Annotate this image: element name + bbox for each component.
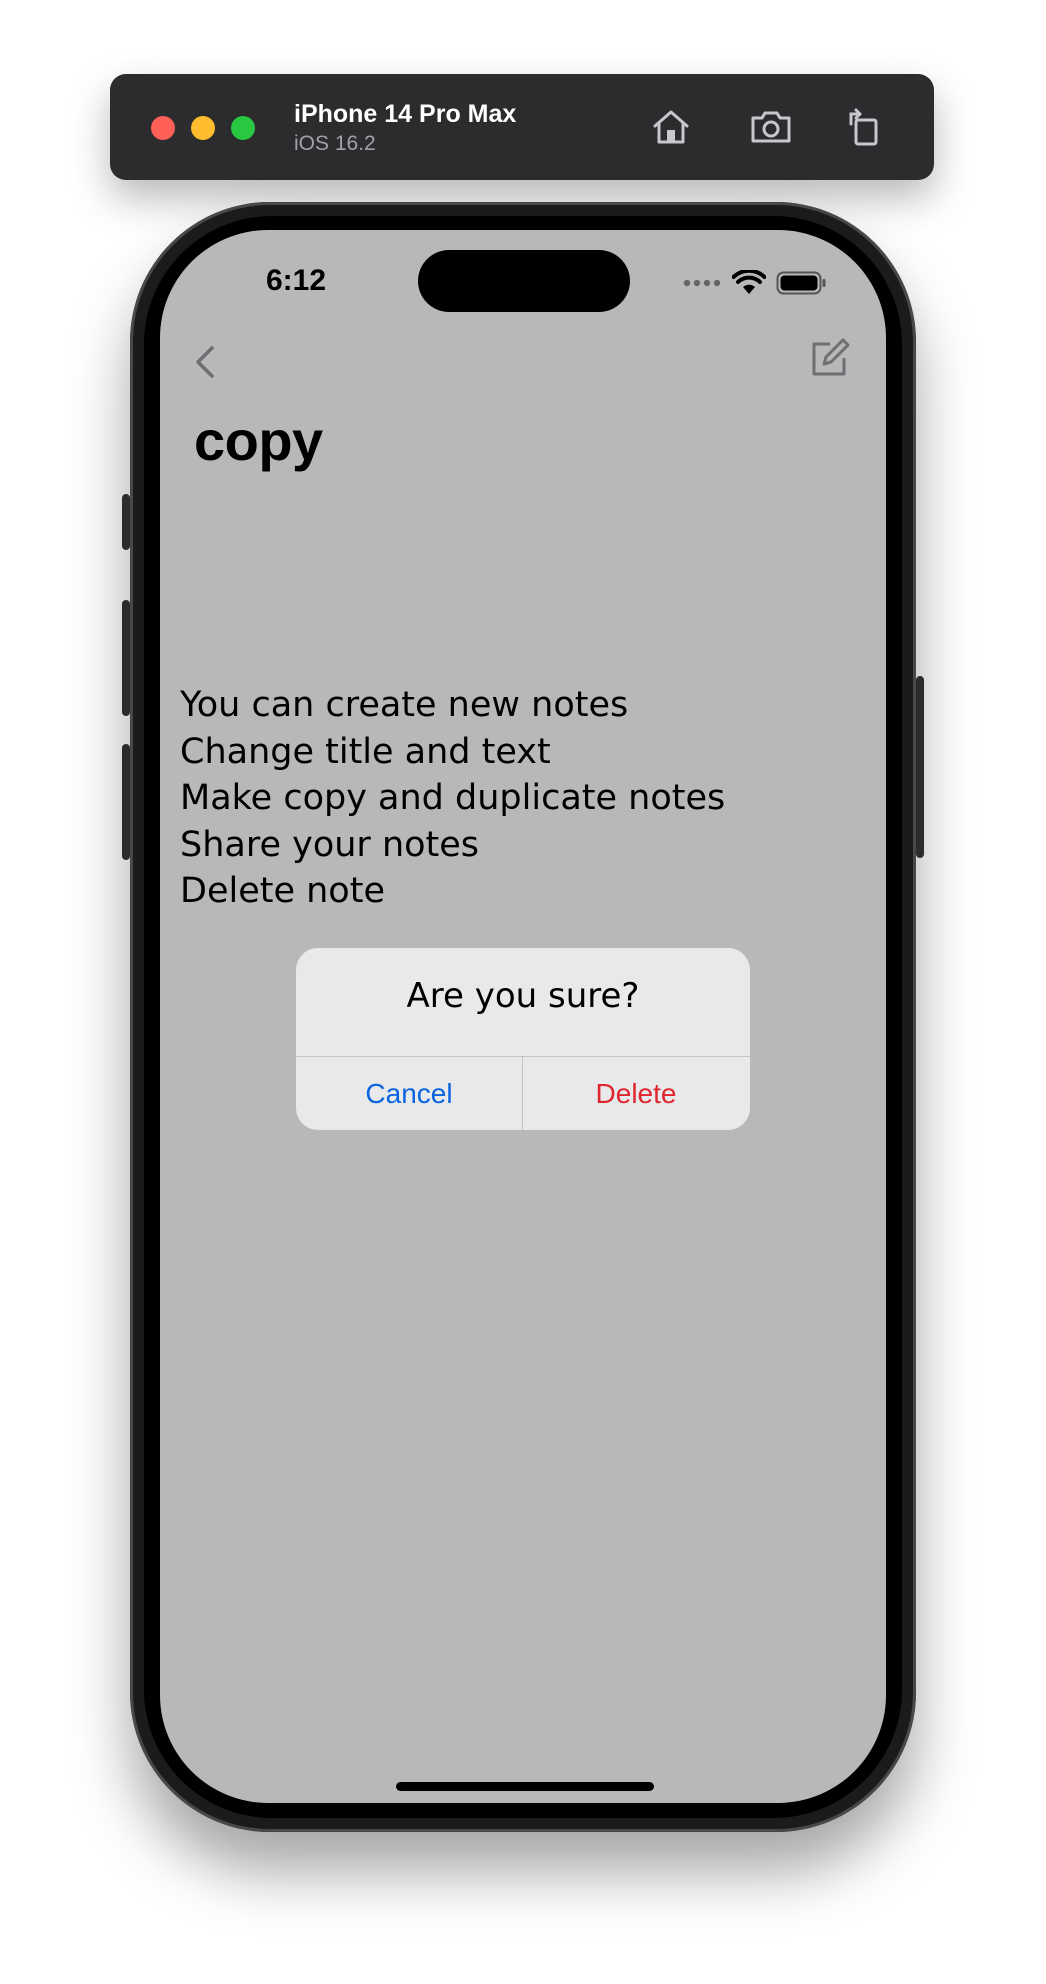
minimize-window-button[interactable] [191,116,215,140]
alert-title: Are you sure? [406,976,640,1016]
status-time: 6:12 [266,264,327,297]
delete-button[interactable]: Delete [523,1057,749,1130]
screenshot-button[interactable] [748,104,794,150]
home-icon [653,110,689,144]
home-indicator[interactable] [396,1782,654,1791]
home-button[interactable] [648,104,694,150]
compose-button[interactable] [808,338,850,380]
note-line: You can create new notes [180,685,629,725]
close-window-button[interactable] [151,116,175,140]
os-version: iOS 16.2 [294,132,376,155]
rotate-button[interactable] [842,104,888,150]
note-line: Share your notes [180,824,480,865]
phone-screen: 6:12 copy You can create new notes Chang… [160,230,886,1803]
status-indicators [682,268,828,298]
note-body[interactable]: You can create new notes Change title an… [180,682,725,915]
cancel-button[interactable]: Cancel [296,1057,522,1130]
battery-icon [776,271,826,295]
note-title[interactable]: copy [194,408,323,473]
wifi-icon [732,270,766,294]
device-name: iPhone 14 Pro Max [294,100,517,128]
compose-icon [812,338,850,376]
note-line: Delete note [180,871,385,911]
simulator-toolbar: iPhone 14 Pro Max iOS 16.2 [110,74,934,180]
volume-up-button [122,600,130,716]
chevron-left-icon [196,346,214,378]
confirm-alert: Are you sure? Cancel Delete [296,948,750,1130]
zoom-window-button[interactable] [231,116,255,140]
back-button[interactable] [190,342,220,382]
mute-switch [122,494,130,550]
note-line: Make copy and duplicate notes [180,778,726,818]
volume-down-button [122,744,130,860]
note-line: Change title and text [180,731,551,772]
camera-icon [751,111,791,143]
rotate-icon [849,108,878,146]
dynamic-island [418,250,630,312]
power-button [916,676,924,858]
cellular-signal-icon [683,279,721,287]
